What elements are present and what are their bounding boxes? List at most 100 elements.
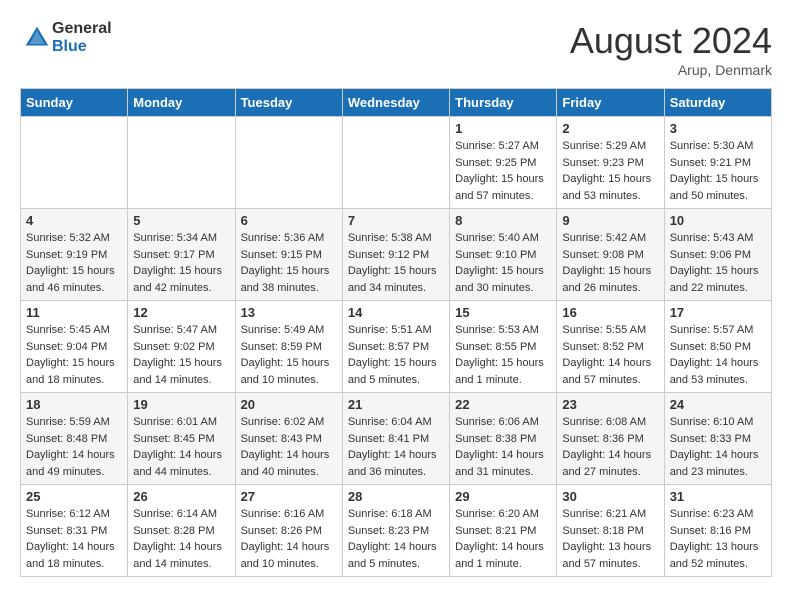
calendar-cell: 27 Sunrise: 6:16 AM Sunset: 8:26 PM Dayli… — [235, 485, 342, 577]
day-number: 10 — [670, 213, 766, 228]
day-number: 31 — [670, 489, 766, 504]
calendar-cell: 2Sunrise: 5:29 AM Sunset: 9:23 PM Daylig… — [557, 117, 664, 209]
logo-general: General — [52, 20, 112, 37]
day-info: Sunrise: 5:27 AM Sunset: 9:25 PM Dayligh… — [455, 138, 551, 204]
day-info: Sunrise: 6:06 AM Sunset: 8:38 PM Dayligh… — [455, 414, 551, 480]
calendar-cell: 18Sunrise: 5:59 AM Sunset: 8:48 PM Dayli… — [21, 393, 128, 485]
day-info: Sunrise: 5:32 AM Sunset: 9:19 PM Dayligh… — [26, 230, 122, 296]
calendar-cell: 21 Sunrise: 6:04 AM Sunset: 8:41 PM Dayli… — [342, 393, 449, 485]
day-number: 24 — [670, 397, 766, 412]
day-info: Sunrise: 5:53 AM Sunset: 8:55 PM Dayligh… — [455, 322, 551, 388]
calendar-cell: 11 Sunrise: 5:45 AM Sunset: 9:04 PM Dayli… — [21, 301, 128, 393]
page-header: General Blue August 2024 Arup, Denmark — [20, 20, 772, 78]
day-info: Sunrise: 5:30 AM Sunset: 9:21 PM Dayligh… — [670, 138, 766, 204]
calendar-cell: 4Sunrise: 5:32 AM Sunset: 9:19 PM Daylig… — [21, 209, 128, 301]
day-info: Sunrise: 5:55 AM Sunset: 8:52 PM Dayligh… — [562, 322, 658, 388]
calendar-cell: 25Sunrise: 6:12 AM Sunset: 8:31 PM Dayli… — [21, 485, 128, 577]
day-info: Sunrise: 5:36 AM Sunset: 9:15 PM Dayligh… — [241, 230, 337, 296]
day-info: Sunrise: 6:10 AM Sunset: 8:33 PM Dayligh… — [670, 414, 766, 480]
day-info: Sunrise: 5:34 AM Sunset: 9:17 PM Dayligh… — [133, 230, 229, 296]
day-info: Sunrise: 5:43 AM Sunset: 9:06 PM Dayligh… — [670, 230, 766, 296]
day-info: Sunrise: 6:01 AM Sunset: 8:45 PM Dayligh… — [133, 414, 229, 480]
calendar-cell: 13Sunrise: 5:49 AM Sunset: 8:59 PM Dayli… — [235, 301, 342, 393]
calendar-cell: 10 Sunrise: 5:43 AM Sunset: 9:06 PM Dayli… — [664, 209, 771, 301]
calendar-cell — [21, 117, 128, 209]
day-info: Sunrise: 5:57 AM Sunset: 8:50 PM Dayligh… — [670, 322, 766, 388]
calendar-cell — [235, 117, 342, 209]
calendar-cell — [128, 117, 235, 209]
day-number: 27 — [241, 489, 337, 504]
calendar-cell: 5 Sunrise: 5:34 AM Sunset: 9:17 PM Daylig… — [128, 209, 235, 301]
day-info: Sunrise: 6:04 AM Sunset: 8:41 PM Dayligh… — [348, 414, 444, 480]
calendar-cell: 23 Sunrise: 6:08 AM Sunset: 8:36 PM Dayli… — [557, 393, 664, 485]
day-info: Sunrise: 5:40 AM Sunset: 9:10 PM Dayligh… — [455, 230, 551, 296]
calendar-cell: 16 Sunrise: 5:55 AM Sunset: 8:52 PM Dayli… — [557, 301, 664, 393]
day-info: Sunrise: 6:23 AM Sunset: 8:16 PM Dayligh… — [670, 506, 766, 572]
day-number: 28 — [348, 489, 444, 504]
calendar-cell: 8 Sunrise: 5:40 AM Sunset: 9:10 PM Daylig… — [450, 209, 557, 301]
logo-icon — [22, 23, 52, 53]
day-info: Sunrise: 6:14 AM Sunset: 8:28 PM Dayligh… — [133, 506, 229, 572]
day-number: 8 — [455, 213, 551, 228]
day-number: 30 — [562, 489, 658, 504]
calendar-cell: 28 Sunrise: 6:18 AM Sunset: 8:23 PM Dayli… — [342, 485, 449, 577]
day-info: Sunrise: 6:20 AM Sunset: 8:21 PM Dayligh… — [455, 506, 551, 572]
calendar-cell: 26 Sunrise: 6:14 AM Sunset: 8:28 PM Dayli… — [128, 485, 235, 577]
day-header-thursday: Thursday — [450, 89, 557, 117]
day-number: 1 — [455, 121, 551, 136]
day-number: 23 — [562, 397, 658, 412]
day-number: 9 — [562, 213, 658, 228]
logo: General Blue — [20, 20, 112, 56]
day-number: 17 — [670, 305, 766, 320]
logo-blue: Blue — [52, 38, 87, 55]
day-info: Sunrise: 5:42 AM Sunset: 9:08 PM Dayligh… — [562, 230, 658, 296]
day-number: 26 — [133, 489, 229, 504]
calendar-cell: 17 Sunrise: 5:57 AM Sunset: 8:50 PM Dayli… — [664, 301, 771, 393]
day-header-saturday: Saturday — [664, 89, 771, 117]
calendar-cell: 22 Sunrise: 6:06 AM Sunset: 8:38 PM Dayli… — [450, 393, 557, 485]
day-info: Sunrise: 5:38 AM Sunset: 9:12 PM Dayligh… — [348, 230, 444, 296]
day-header-monday: Monday — [128, 89, 235, 117]
calendar-cell: 19 Sunrise: 6:01 AM Sunset: 8:45 PM Dayli… — [128, 393, 235, 485]
day-header-tuesday: Tuesday — [235, 89, 342, 117]
day-number: 16 — [562, 305, 658, 320]
day-number: 18 — [26, 397, 122, 412]
day-number: 29 — [455, 489, 551, 504]
day-number: 21 — [348, 397, 444, 412]
day-number: 7 — [348, 213, 444, 228]
month-year: August 2024 — [570, 20, 772, 62]
day-header-wednesday: Wednesday — [342, 89, 449, 117]
location: Arup, Denmark — [570, 62, 772, 78]
calendar-cell: 6Sunrise: 5:36 AM Sunset: 9:15 PM Daylig… — [235, 209, 342, 301]
day-number: 20 — [241, 397, 337, 412]
calendar-cell: 29 Sunrise: 6:20 AM Sunset: 8:21 PM Dayli… — [450, 485, 557, 577]
day-header-sunday: Sunday — [21, 89, 128, 117]
day-info: Sunrise: 6:21 AM Sunset: 8:18 PM Dayligh… — [562, 506, 658, 572]
day-info: Sunrise: 6:18 AM Sunset: 8:23 PM Dayligh… — [348, 506, 444, 572]
day-number: 12 — [133, 305, 229, 320]
calendar-cell: 20 Sunrise: 6:02 AM Sunset: 8:43 PM Dayli… — [235, 393, 342, 485]
calendar-cell: 3 Sunrise: 5:30 AM Sunset: 9:21 PM Daylig… — [664, 117, 771, 209]
day-info: Sunrise: 5:47 AM Sunset: 9:02 PM Dayligh… — [133, 322, 229, 388]
calendar-cell: 1 Sunrise: 5:27 AM Sunset: 9:25 PM Daylig… — [450, 117, 557, 209]
day-number: 13 — [241, 305, 337, 320]
calendar-cell: 30 Sunrise: 6:21 AM Sunset: 8:18 PM Dayli… — [557, 485, 664, 577]
day-number: 11 — [26, 305, 122, 320]
day-number: 14 — [348, 305, 444, 320]
day-number: 25 — [26, 489, 122, 504]
day-number: 19 — [133, 397, 229, 412]
day-number: 5 — [133, 213, 229, 228]
day-number: 3 — [670, 121, 766, 136]
day-info: Sunrise: 6:16 AM Sunset: 8:26 PM Dayligh… — [241, 506, 337, 572]
calendar-cell: 15Sunrise: 5:53 AM Sunset: 8:55 PM Dayli… — [450, 301, 557, 393]
day-info: Sunrise: 5:45 AM Sunset: 9:04 PM Dayligh… — [26, 322, 122, 388]
calendar-cell: 12 Sunrise: 5:47 AM Sunset: 9:02 PM Dayli… — [128, 301, 235, 393]
calendar-cell: 31 Sunrise: 6:23 AM Sunset: 8:16 PM Dayli… — [664, 485, 771, 577]
day-number: 2 — [562, 121, 658, 136]
calendar-cell: 9 Sunrise: 5:42 AM Sunset: 9:08 PM Daylig… — [557, 209, 664, 301]
calendar-cell: 7 Sunrise: 5:38 AM Sunset: 9:12 PM Daylig… — [342, 209, 449, 301]
day-number: 22 — [455, 397, 551, 412]
day-info: Sunrise: 6:02 AM Sunset: 8:43 PM Dayligh… — [241, 414, 337, 480]
calendar-table: SundayMondayTuesdayWednesdayThursdayFrid… — [20, 88, 772, 577]
day-info: Sunrise: 6:08 AM Sunset: 8:36 PM Dayligh… — [562, 414, 658, 480]
